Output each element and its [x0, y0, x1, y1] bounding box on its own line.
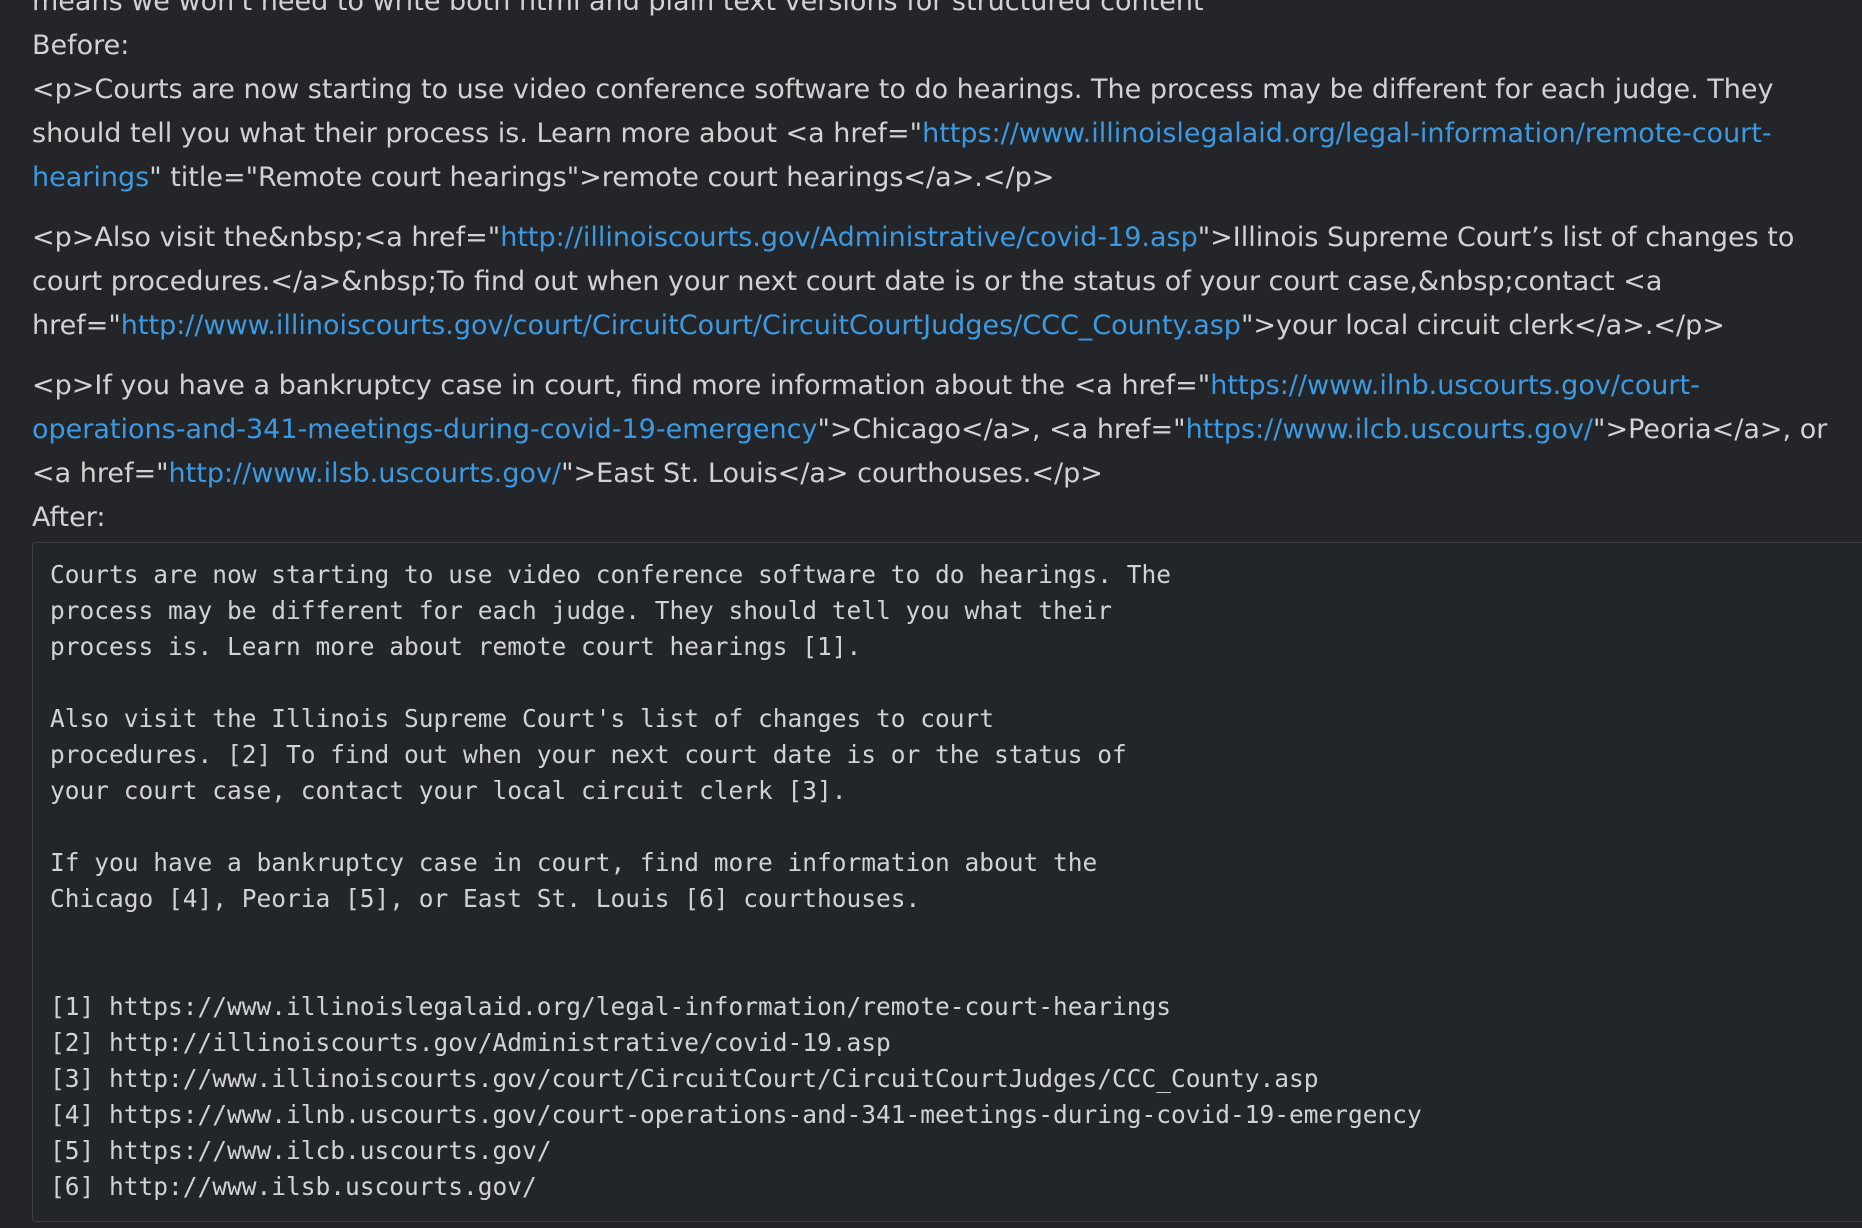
- code-line: procedures. [2] To find out when your ne…: [50, 740, 1127, 769]
- code-ref-line: [5] https://www.ilcb.uscourts.gov/: [50, 1136, 552, 1165]
- link-peoria-court[interactable]: https://www.ilcb.uscourts.gov/: [1186, 414, 1593, 445]
- after-label: After:: [32, 502, 106, 533]
- text: ">Chicago</a>, <a href=": [817, 414, 1186, 445]
- message-body: means we won't need to write both html a…: [32, 0, 1862, 1222]
- code-line: If you have a bankruptcy case in court, …: [50, 848, 1098, 877]
- link-covid-19-procedures[interactable]: http://illinoiscourts.gov/Administrative…: [500, 222, 1198, 253]
- message-view: means we won't need to write both html a…: [0, 0, 1862, 1228]
- code-ref-line: [2] http://illinoiscourts.gov/Administra…: [50, 1028, 891, 1057]
- before-paragraph-3: <p>If you have a bankruptcy case in cour…: [32, 364, 1848, 496]
- before-label: Before:: [32, 30, 130, 61]
- text: ">East St. Louis</a> courthouses.</p>: [561, 458, 1103, 489]
- before-paragraph-1: <p>Courts are now starting to use video …: [32, 68, 1848, 200]
- text: " title="Remote court hearings">remote c…: [149, 162, 1055, 193]
- text: <p>Also visit the&nbsp;<a href=": [32, 222, 501, 253]
- code-line: process may be different for each judge.…: [50, 596, 1113, 625]
- code-line: Chicago [4], Peoria [5], or East St. Lou…: [50, 884, 921, 913]
- code-line: your court case, contact your local circ…: [50, 776, 847, 805]
- code-line: Also visit the Illinois Supreme Court's …: [50, 704, 995, 733]
- code-ref-line: [6] http://www.ilsb.uscourts.gov/: [50, 1172, 537, 1201]
- code-line: process is. Learn more about remote cour…: [50, 632, 862, 661]
- link-east-st-louis-court[interactable]: http://www.ilsb.uscourts.gov/: [169, 458, 562, 489]
- text: <p>If you have a bankruptcy case in cour…: [32, 370, 1211, 401]
- before-paragraph-2: <p>Also visit the&nbsp;<a href="http://i…: [32, 216, 1848, 348]
- code-ref-line: [3] http://www.illinoiscourts.gov/court/…: [50, 1064, 1319, 1093]
- code-ref-line: [1] https://www.illinoislegalaid.org/leg…: [50, 992, 1172, 1021]
- code-ref-line: [4] https://www.ilnb.uscourts.gov/court-…: [50, 1100, 1422, 1129]
- text: ">your local circuit clerk</a>.</p>: [1240, 310, 1725, 341]
- code-line: Courts are now starting to use video con…: [50, 560, 1172, 589]
- code-block: Courts are now starting to use video con…: [32, 542, 1862, 1222]
- cut-off-line: means we won't need to write both html a…: [32, 0, 1204, 17]
- link-circuit-clerk[interactable]: http://www.illinoiscourts.gov/court/Circ…: [121, 310, 1241, 341]
